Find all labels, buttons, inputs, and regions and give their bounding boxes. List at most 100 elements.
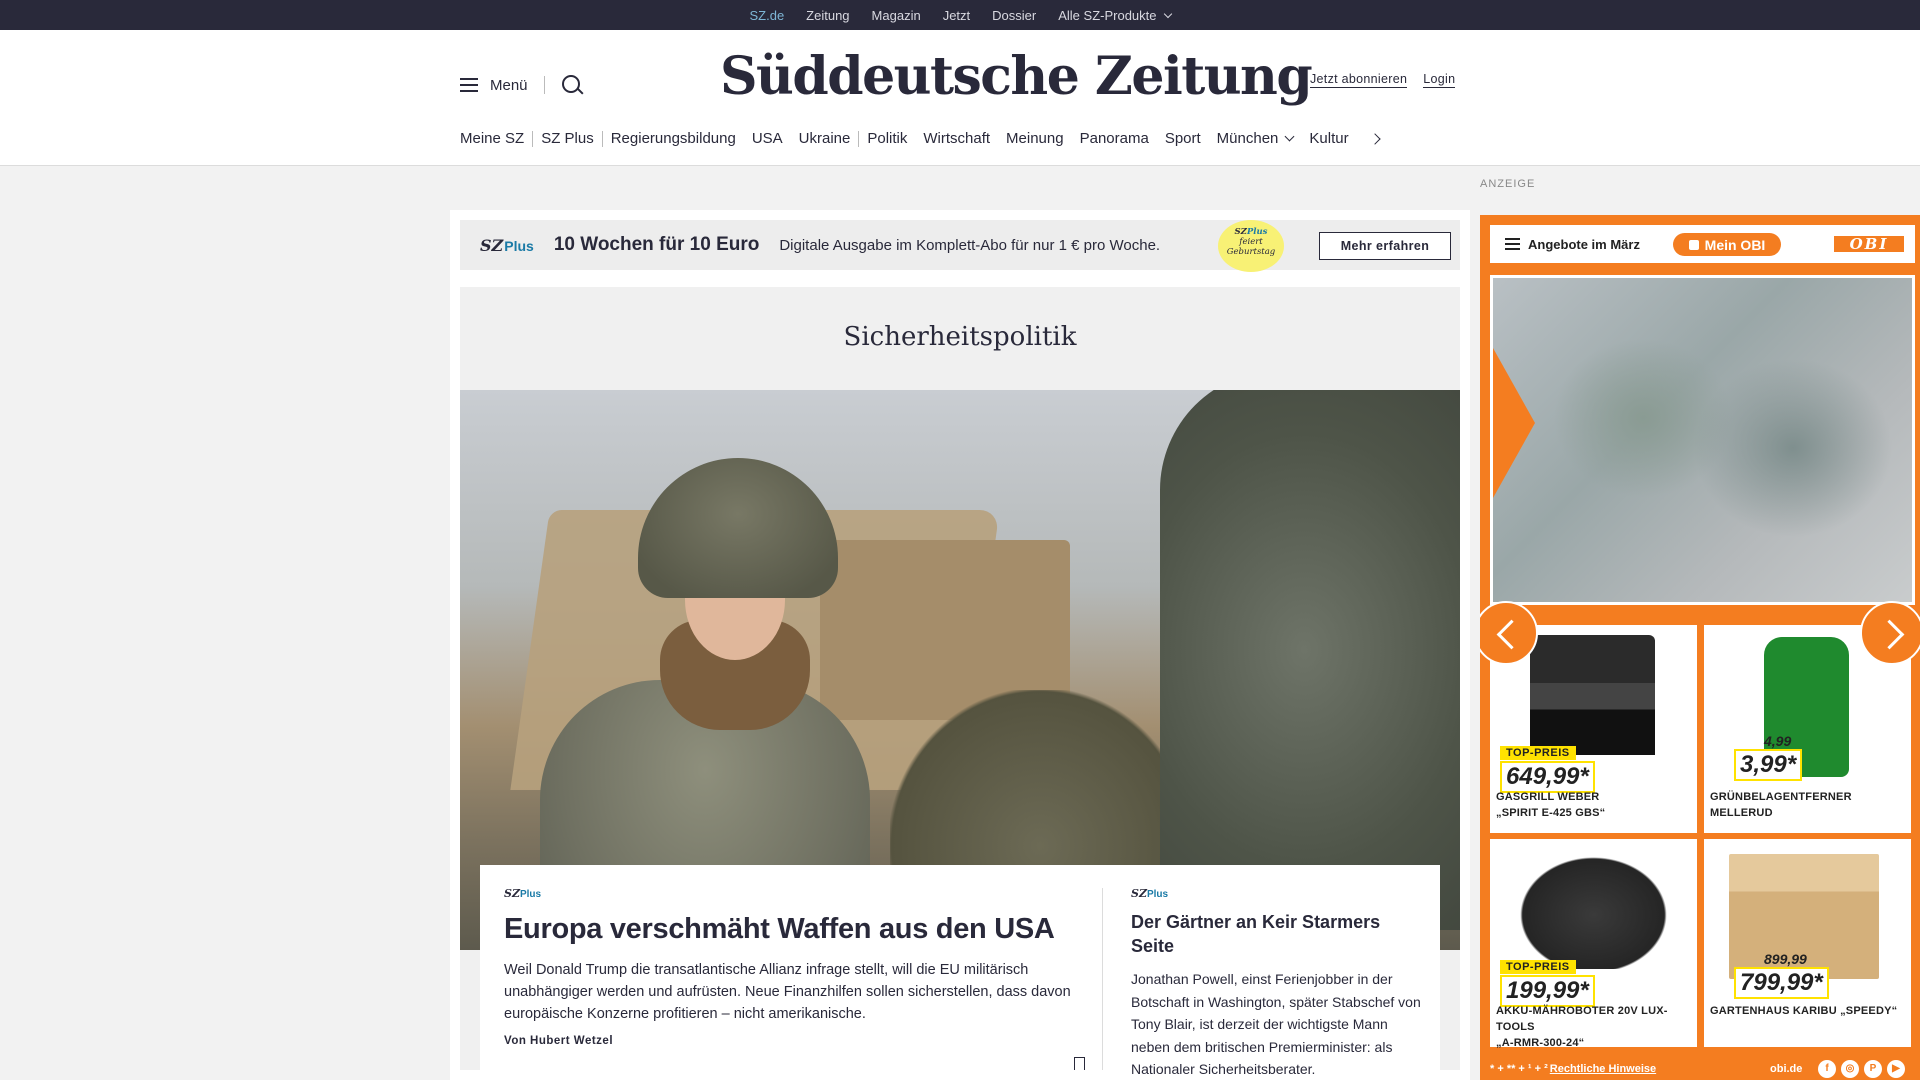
store-icon [1688, 239, 1699, 250]
product-link-dossier[interactable]: Dossier [981, 8, 1047, 23]
nav-item-sport[interactable]: Sport [1157, 130, 1209, 147]
facebook-icon[interactable]: f [1818, 1060, 1836, 1078]
section-title[interactable]: Sicherheitspolitik [460, 322, 1460, 352]
ad-menu-label[interactable]: Angebote im März [1528, 237, 1640, 252]
side-article[interactable]: SZPlus Der Gärtner an Keir Starmers Seit… [1131, 887, 1421, 1080]
mehr-erfahren-button[interactable]: Mehr erfahren [1319, 232, 1451, 260]
footnote-marks: * + ** + ¹ + ² [1490, 1063, 1548, 1075]
product-name-line2: MELLERUD [1710, 807, 1773, 819]
nav-item-muenchen[interactable]: München [1209, 130, 1302, 147]
search-icon[interactable] [561, 74, 583, 96]
ad-product-shed[interactable]: 899,99 799,99* GARTENHAUS KARIBU „SPEEDY… [1704, 839, 1911, 1047]
price-tag: TOP-PREIS 649,99* [1500, 743, 1595, 793]
lead-article[interactable]: SZPlus Europa verschmäht Waffen aus den … [504, 887, 1084, 1047]
ad-product-mower[interactable]: TOP-PREIS 199,99* AKKU-MÄHROBOTER 20V LU… [1490, 839, 1697, 1049]
article-card: SZPlus Europa verschmäht Waffen aus den … [480, 865, 1440, 1077]
product-name-line1: GASGRILL WEBER [1496, 791, 1600, 803]
product-name-line1: GARTENHAUS KARIBU „SPEEDY“ [1710, 1005, 1898, 1017]
nav-item-sz-plus[interactable]: SZ Plus [533, 130, 602, 147]
sz-plus-logo: SZPlus [504, 887, 1084, 900]
product-link-zeitung[interactable]: Zeitung [795, 8, 860, 23]
product-link-all-label: Alle SZ-Produkte [1058, 7, 1157, 23]
mein-obi-label: Mein OBI [1704, 236, 1766, 253]
nav-item-meinung[interactable]: Meinung [998, 130, 1072, 147]
product-link-jetzt[interactable]: Jetzt [932, 8, 981, 23]
top-price-badge: TOP-PREIS [1500, 746, 1576, 760]
side-teaser: Jonathan Powell, einst Ferienjobber in d… [1131, 971, 1421, 1077]
badge-brand-sz: SZ [1234, 227, 1247, 237]
badge-brand-plus: Plus [1246, 227, 1268, 237]
top-price-badge: TOP-PREIS [1500, 960, 1576, 974]
nav-item-wirtschaft[interactable]: Wirtschaft [915, 130, 998, 147]
badge-line2: Geburtstag [1226, 247, 1276, 258]
site-logo[interactable]: Süddeutsche Zeitung [720, 46, 1313, 107]
product-name: GASGRILL WEBER „SPIRIT E-425 GBS“ [1496, 789, 1691, 821]
youtube-icon[interactable]: ▶ [1887, 1060, 1905, 1078]
article-divider [1102, 888, 1103, 1070]
promo-offer: 10 Wochen für 10 Euro [553, 234, 760, 255]
mein-obi-button[interactable]: Mein OBI [1673, 233, 1781, 256]
social-links: f ◎ P ▶ [1818, 1060, 1905, 1078]
chevron-down-icon [1163, 9, 1172, 18]
grill-image [1530, 635, 1655, 755]
login-link[interactable]: Login [1423, 72, 1456, 88]
sz-plus-brand: SZ [1131, 887, 1147, 900]
nav-item-muenchen-label: München [1216, 130, 1279, 147]
obi-domain-link[interactable]: obi.de [1770, 1063, 1802, 1075]
nav-item-panorama[interactable]: Panorama [1072, 130, 1157, 147]
product-name: AKKU-MÄHROBOTER 20V LUX-TOOLS „A-RMR-300-… [1496, 1003, 1691, 1051]
nav-item-kultur[interactable]: Kultur [1301, 130, 1356, 147]
lead-headline[interactable]: Europa verschmäht Waffen aus den USA [504, 910, 1084, 949]
sz-plus-brand: SZ [480, 235, 504, 255]
nav-item-usa[interactable]: USA [744, 130, 791, 147]
pinterest-icon[interactable]: P [1864, 1060, 1882, 1078]
hamburger-icon[interactable] [460, 78, 478, 92]
nav-item-ukraine[interactable]: Ukraine [791, 130, 859, 147]
promo-description: Digitale Ausgabe im Komplett-Abo für nur… [779, 236, 1161, 254]
hamburger-icon[interactable] [1505, 238, 1520, 250]
nav-item-politik[interactable]: Politik [859, 130, 915, 147]
old-price: 899,99 [1764, 951, 1807, 967]
divider [543, 76, 545, 94]
account-links: Jetzt abonnieren Login [1310, 72, 1456, 88]
sz-plus-brand: SZ [504, 887, 520, 900]
nav-item-regierungsbildung[interactable]: Regierungsbildung [603, 130, 744, 147]
menu-button[interactable]: Menü [490, 77, 528, 94]
price-tag: TOP-PREIS 199,99* [1500, 957, 1595, 1007]
product-link-szde[interactable]: SZ.de [738, 8, 795, 35]
product-name-line2: „SPIRIT E-425 GBS“ [1496, 807, 1606, 819]
product-link-magazin[interactable]: Magazin [861, 8, 932, 23]
chevron-down-icon [1284, 131, 1295, 142]
sz-plus-suffix: Plus [1146, 889, 1169, 900]
bookmark-icon[interactable] [1074, 1057, 1085, 1070]
instagram-icon[interactable]: ◎ [1841, 1060, 1859, 1078]
top-product-bar: SZ.de Zeitung Magazin Jetzt Dossier Alle… [0, 0, 1920, 35]
image-foreground-blur [1160, 390, 1460, 930]
obi-advertisement[interactable]: Angebote im März Mein OBI OBI TOP-PREIS … [1480, 215, 1920, 1080]
price-tag: 899,99 799,99* [1734, 951, 1829, 999]
subscription-promo[interactable]: SZPlus 10 Wochen für 10 Euro Digitale Au… [460, 220, 1460, 272]
product-name-line1: GRÜNBELAGENTFERNER [1710, 791, 1852, 803]
image-blur [1693, 358, 1893, 538]
legal-notice-link[interactable]: Rechtliche Hinweise [1550, 1063, 1656, 1075]
product-link-all[interactable]: Alle SZ-Produkte [1047, 8, 1181, 23]
nav-item-meine-sz[interactable]: Meine SZ [460, 130, 532, 147]
birthday-badge: SZPlus feiert Geburtstag [1218, 220, 1284, 272]
side-headline[interactable]: Der Gärtner an Keir Starmers Seite [1131, 910, 1421, 958]
obi-logo[interactable]: OBI [1832, 234, 1906, 254]
subscribe-link[interactable]: Jetzt abonnieren [1310, 72, 1408, 88]
old-price: 4,99 [1764, 733, 1792, 749]
menu-area: Menü [460, 74, 583, 96]
ad-hero-image[interactable] [1490, 275, 1915, 605]
ad-label: ANZEIGE [1480, 178, 1536, 190]
badge-brand: SZPlus [1218, 227, 1284, 237]
product-price: 3,99* [1734, 749, 1803, 781]
ad-header: Angebote im März Mein OBI OBI [1490, 225, 1915, 263]
lead-teaser: Weil Donald Trump die transatlantische A… [504, 962, 1071, 1022]
sz-plus-suffix: Plus [504, 237, 534, 254]
product-name-line2: „A-RMR-300-24“ [1496, 1037, 1585, 1049]
carousel-next-button[interactable] [1860, 601, 1920, 665]
sz-plus-logo: SZPlus [480, 236, 534, 255]
chevron-right-icon[interactable] [1368, 132, 1381, 145]
mower-image [1510, 849, 1677, 969]
